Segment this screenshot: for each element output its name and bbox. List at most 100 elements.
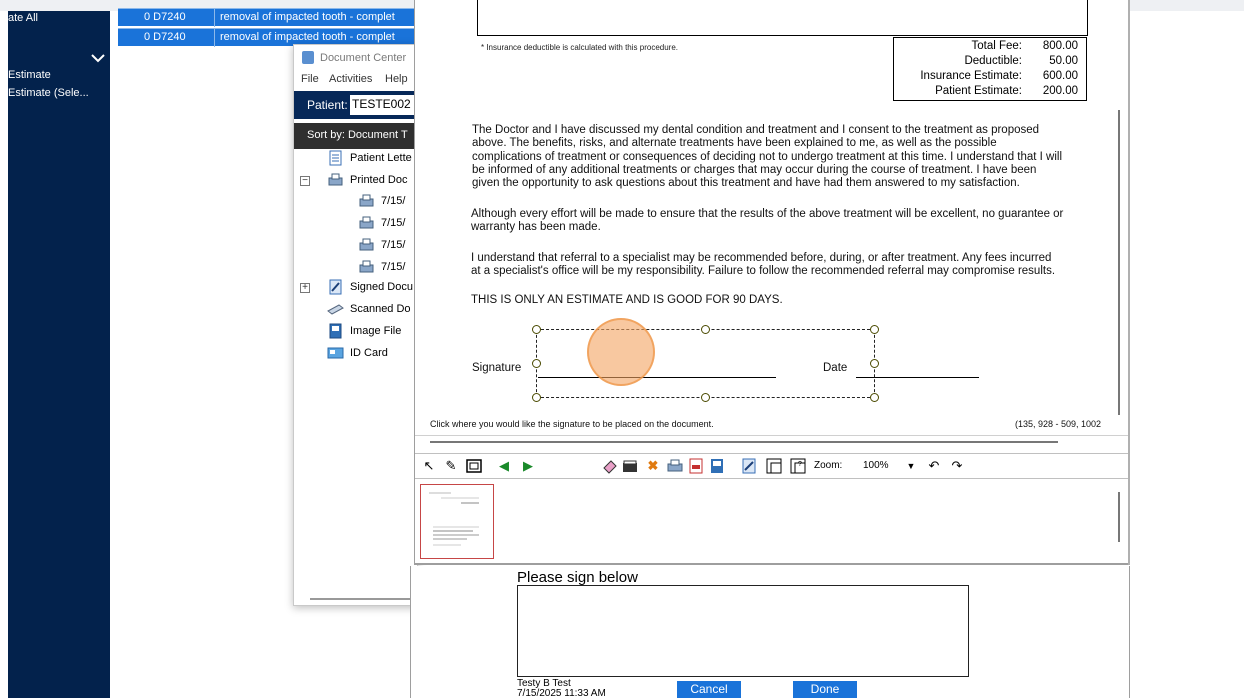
table-row[interactable]: 0 D7240 removal of impacted tooth - comp…	[118, 8, 418, 27]
printer-icon	[328, 173, 343, 186]
vertical-scrollbar[interactable]	[1118, 492, 1120, 542]
printer-icon[interactable]	[666, 457, 684, 475]
tree-label: 7/15/	[381, 239, 406, 251]
help-crop-icon[interactable]: ?	[789, 457, 807, 475]
document-center-window: Document Center File Activities Help Pat…	[293, 44, 420, 606]
sign-icon[interactable]	[740, 457, 758, 475]
window-titlebar[interactable]: Document Center	[294, 45, 419, 71]
thumbnail-preview	[429, 492, 479, 546]
deductible-footnote: * Insurance deductible is calculated wit…	[481, 43, 678, 52]
fee-row-patient: Patient Estimate: 200.00	[894, 85, 1088, 99]
pdf-icon[interactable]	[687, 457, 705, 475]
referral-paragraph: I understand that referral to a speciali…	[471, 252, 1055, 279]
collapse-icon[interactable]: −	[300, 176, 310, 186]
prev-page-icon[interactable]: ◀	[495, 457, 513, 475]
crop-icon[interactable]	[765, 457, 783, 475]
coordinates-readout: (135, 928 - 509, 1002	[1015, 419, 1102, 429]
viewer-toolbar: ↖ ✎ ◀ ▶ ✖ ? Zoom: 100% ▼ ↶ ↷	[415, 453, 1129, 479]
tree-label: 7/15/	[381, 217, 406, 229]
signed-timestamp: 7/15/2025 11:33 AM	[517, 688, 606, 698]
menu-help[interactable]: Help	[385, 73, 408, 85]
zoom-select[interactable]: 100%	[863, 460, 889, 471]
done-button[interactable]: Done	[793, 681, 857, 698]
tree-label: Image File	[350, 325, 402, 337]
pen-icon[interactable]: ✎	[442, 457, 460, 475]
window-title: Document Center	[320, 52, 407, 64]
resize-handle[interactable]	[532, 359, 541, 368]
procedure-code: 0 D7240	[144, 11, 186, 23]
sign-pad-title: Please sign below	[517, 569, 638, 586]
document-top-box	[477, 0, 1088, 36]
click-indicator	[587, 318, 655, 386]
thumbnail-strip	[415, 480, 1129, 565]
eraser-icon[interactable]	[601, 457, 619, 475]
patient-field[interactable]: TESTE002	[350, 95, 416, 115]
fee-value: 200.00	[1042, 85, 1078, 97]
delete-icon[interactable]: ✖	[644, 457, 662, 475]
fee-summary-box: Total Fee: 800.00 Deductible: 50.00 Insura…	[893, 37, 1087, 101]
resize-handle[interactable]	[701, 325, 710, 334]
expand-icon[interactable]: +	[300, 283, 310, 293]
text-line: I understand that referral to a speciali…	[471, 252, 1052, 264]
tree-label: Patient Lette	[350, 152, 412, 164]
pointer-icon[interactable]: ↖	[420, 457, 438, 475]
tree-label: 7/15/	[381, 195, 406, 207]
fee-label: Total Fee:	[971, 40, 1023, 52]
consent-paragraph: The Doctor and I have discussed my denta…	[472, 124, 1062, 190]
save-icon[interactable]	[708, 457, 726, 475]
sort-label: Sort by: Document T	[307, 129, 408, 141]
text-line: be informed of any additional treatments…	[472, 163, 1037, 176]
fee-label: Insurance Estimate:	[920, 70, 1022, 82]
horizontal-scrollbar[interactable]	[430, 441, 1058, 443]
cancel-button[interactable]: Cancel	[677, 681, 741, 698]
vertical-scrollbar[interactable]	[1118, 110, 1120, 415]
sidebar-item-estimate-selected[interactable]: Estimate (Sele...	[8, 87, 89, 99]
text-line: above. The benefits, risks, and alternat…	[472, 137, 997, 150]
next-page-icon[interactable]: ▶	[519, 457, 537, 475]
tree-label: Signed Docu	[350, 281, 413, 293]
patient-label: Patient:	[307, 98, 348, 112]
redo-icon[interactable]: ↷	[948, 457, 966, 475]
procedure-code: 0 D7240	[144, 31, 186, 43]
zoom-label: Zoom:	[814, 460, 843, 471]
chevron-down-icon[interactable]	[90, 53, 106, 63]
guarantee-paragraph: Although every effort will be made to en…	[471, 208, 1063, 235]
fee-value: 600.00	[1042, 70, 1078, 82]
fee-label: Deductible:	[964, 55, 1022, 67]
date-label: Date	[823, 362, 848, 374]
sidebar-item-estimate-all[interactable]: ate All	[8, 12, 38, 24]
signed-doc-icon	[329, 279, 342, 295]
zoom-dropdown-icon[interactable]: ▼	[902, 457, 920, 475]
text-line: complications of treatment or consequenc…	[472, 150, 1063, 163]
printer-icon	[359, 194, 374, 207]
scanner-icon	[327, 304, 344, 315]
signature-canvas[interactable]	[517, 585, 969, 677]
printer-icon	[359, 238, 374, 251]
horizontal-scrollbar[interactable]	[310, 598, 420, 600]
stamp-icon[interactable]	[621, 457, 639, 475]
page-thumbnail[interactable]	[420, 484, 494, 559]
resize-handle[interactable]	[701, 393, 710, 402]
resize-handle[interactable]	[870, 359, 879, 368]
sidebar-item-estimate[interactable]: Estimate	[8, 69, 51, 81]
sort-bar[interactable]: Sort by: Document T	[294, 123, 419, 149]
fee-value: 800.00	[1042, 40, 1078, 52]
tree-label: Scanned Do	[350, 303, 411, 315]
fee-value: 50.00	[1049, 55, 1078, 67]
procedure-list: 0 D7240 removal of impacted tooth - comp…	[118, 8, 418, 48]
resize-handle[interactable]	[870, 393, 879, 402]
signer-info: Testy B Test 7/15/2025 11:33 AM	[517, 679, 606, 698]
printer-icon	[359, 216, 374, 229]
resize-handle[interactable]	[532, 325, 541, 334]
resize-handle[interactable]	[532, 393, 541, 402]
menu-activities[interactable]: Activities	[329, 73, 372, 85]
tree-label: Printed Doc	[350, 174, 408, 186]
rectangle-icon[interactable]	[465, 457, 483, 475]
menu-file[interactable]: File	[301, 73, 319, 85]
menu-bar: File Activities Help	[294, 71, 419, 89]
undo-icon[interactable]: ↶	[925, 457, 943, 475]
tree-label: ID Card	[350, 347, 388, 359]
text-line: Although every effort will be made to en…	[471, 208, 1064, 220]
resize-handle[interactable]	[870, 325, 879, 334]
document-center-icon	[302, 51, 314, 64]
